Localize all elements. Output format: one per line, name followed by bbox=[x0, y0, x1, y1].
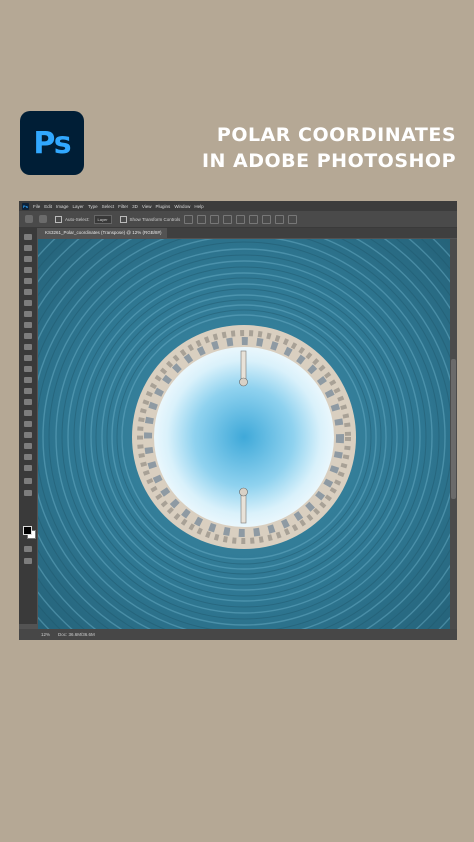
menu-filter[interactable]: Filter bbox=[118, 204, 128, 209]
move-tool-icon[interactable] bbox=[39, 215, 47, 223]
frame-tool-icon[interactable] bbox=[24, 289, 32, 295]
dodge-tool-icon[interactable] bbox=[24, 388, 32, 394]
align-center-icon[interactable] bbox=[197, 214, 207, 224]
extra-tool-icon[interactable] bbox=[24, 490, 32, 496]
marquee-tool-icon[interactable] bbox=[24, 245, 32, 251]
status-bar: 12% Doc: 36.6M/36.6M bbox=[19, 629, 457, 640]
distribute-icon[interactable] bbox=[262, 214, 272, 224]
move-tool-icon[interactable] bbox=[24, 234, 32, 240]
hand-tool-icon[interactable] bbox=[24, 443, 32, 449]
align-middle-icon[interactable] bbox=[236, 214, 246, 224]
headline-line-1: POLAR COORDINATES bbox=[216, 124, 456, 146]
document-canvas[interactable] bbox=[38, 239, 450, 629]
blur-tool-icon[interactable] bbox=[24, 377, 32, 383]
tools-panel bbox=[19, 228, 37, 624]
menu-edit[interactable]: Edit bbox=[44, 204, 52, 209]
photoshop-window: Ps File Edit Image Layer Type Select Fil… bbox=[19, 201, 457, 640]
polar-coordinates-image bbox=[38, 239, 450, 629]
eraser-tool-icon[interactable] bbox=[24, 355, 32, 361]
history-brush-tool-icon[interactable] bbox=[24, 344, 32, 350]
crop-tool-icon[interactable] bbox=[24, 278, 32, 284]
photoshop-logo: Ps bbox=[20, 111, 84, 175]
document-tab[interactable]: KS3261_Polar_coordinates (Transpose) @ 1… bbox=[39, 228, 168, 238]
menu-file[interactable]: File bbox=[33, 204, 40, 209]
healing-brush-tool-icon[interactable] bbox=[24, 311, 32, 317]
home-icon[interactable] bbox=[25, 215, 33, 223]
brush-tool-icon[interactable] bbox=[24, 322, 32, 328]
app-icon[interactable]: Ps bbox=[22, 202, 29, 210]
zoom-tool-icon[interactable] bbox=[24, 454, 32, 460]
menu-window[interactable]: Window bbox=[174, 204, 190, 209]
document-tab-bar: KS3261_Polar_coordinates (Transpose) @ 1… bbox=[39, 228, 457, 238]
gradient-tool-icon[interactable] bbox=[24, 366, 32, 372]
document-info[interactable]: Doc: 36.6M/36.6M bbox=[58, 632, 95, 637]
object-select-tool-icon[interactable] bbox=[24, 267, 32, 273]
menu-select[interactable]: Select bbox=[102, 204, 115, 209]
zoom-level[interactable]: 12% bbox=[41, 632, 50, 637]
auto-select-checkbox[interactable] bbox=[55, 215, 62, 223]
align-top-icon[interactable] bbox=[223, 214, 233, 224]
photoshop-logo-text: Ps bbox=[33, 125, 71, 161]
type-tool-icon[interactable] bbox=[24, 410, 32, 416]
menu-image[interactable]: Image bbox=[56, 204, 69, 209]
edit-toolbar-icon[interactable] bbox=[24, 465, 32, 471]
quick-mask-icon[interactable] bbox=[24, 546, 32, 552]
menu-3d[interactable]: 3D bbox=[132, 204, 138, 209]
menu-layer[interactable]: Layer bbox=[73, 204, 84, 209]
pen-tool-icon[interactable] bbox=[24, 399, 32, 405]
show-transform-label: Show Transform Controls bbox=[129, 216, 181, 222]
align-right-icon[interactable] bbox=[210, 214, 220, 224]
eyedropper-tool-icon[interactable] bbox=[24, 300, 32, 306]
path-selection-tool-icon[interactable] bbox=[24, 421, 32, 427]
menu-view[interactable]: View bbox=[142, 204, 152, 209]
align-bottom-icon[interactable] bbox=[249, 214, 259, 224]
headline: POLAR COORDINATES IN ADOBE PHOTOSHOP bbox=[202, 122, 456, 174]
foreground-color-swatch[interactable] bbox=[23, 526, 32, 535]
show-transform-checkbox[interactable] bbox=[119, 215, 127, 223]
headline-line-2: IN ADOBE PHOTOSHOP bbox=[201, 150, 456, 172]
menu-bar: Ps File Edit Image Layer Type Select Fil… bbox=[19, 201, 457, 211]
auto-select-label: Auto-Select: bbox=[65, 216, 90, 222]
align-left-icon[interactable] bbox=[184, 214, 194, 224]
menu-help[interactable]: Help bbox=[194, 204, 203, 209]
vertical-scrollbar[interactable] bbox=[450, 239, 457, 629]
auto-select-dropdown[interactable]: Layer bbox=[93, 214, 112, 224]
menu-type[interactable]: Type bbox=[88, 204, 98, 209]
3d-mode-icon[interactable] bbox=[288, 214, 298, 224]
lasso-tool-icon[interactable] bbox=[24, 256, 32, 262]
options-bar: Auto-Select: Layer Show Transform Contro… bbox=[19, 211, 457, 228]
screen-mode-icon[interactable] bbox=[24, 558, 32, 564]
more-tools-icon[interactable] bbox=[24, 478, 32, 484]
rectangle-tool-icon[interactable] bbox=[24, 432, 32, 438]
menu-plugins[interactable]: Plugins bbox=[156, 204, 171, 209]
scrollbar-thumb[interactable] bbox=[451, 359, 456, 499]
more-options-icon[interactable] bbox=[275, 214, 285, 224]
clone-stamp-tool-icon[interactable] bbox=[24, 333, 32, 339]
